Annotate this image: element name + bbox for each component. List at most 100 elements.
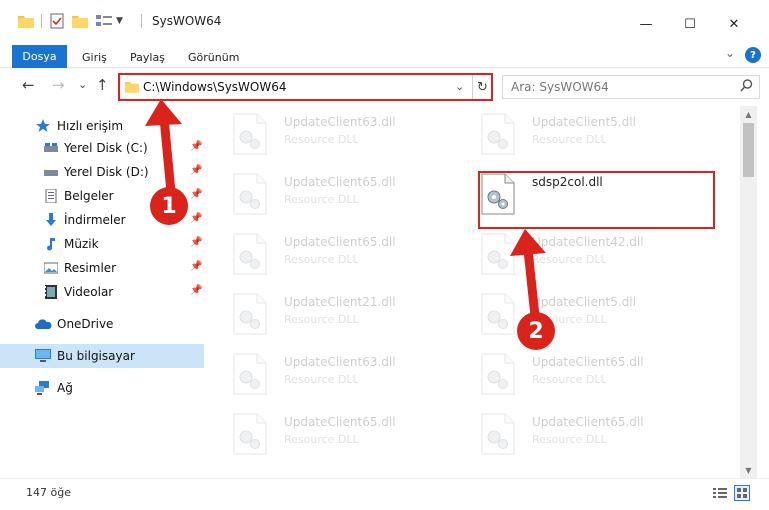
search-placeholder: Ara: SysWOW64 bbox=[511, 80, 609, 94]
close-button[interactable]: ✕ bbox=[716, 12, 752, 36]
star-icon bbox=[36, 119, 50, 132]
folder-icon bbox=[125, 82, 139, 93]
file-item[interactable]: UpdateClient42.dll Resource DLL bbox=[462, 226, 702, 284]
sidebar-item-network[interactable]: Ağ bbox=[0, 376, 204, 400]
file-item[interactable]: UpdateClient63.dll Resource DLL bbox=[214, 346, 454, 404]
dll-file-icon bbox=[481, 293, 515, 335]
dll-file-icon bbox=[233, 233, 267, 275]
pin-icon[interactable]: 📌 bbox=[190, 261, 202, 272]
dll-file-icon bbox=[233, 293, 267, 335]
file-type: Resource DLL bbox=[284, 133, 359, 146]
sidebar-item-videos[interactable]: Videolar 📌 bbox=[0, 280, 204, 304]
file-name: UpdateClient65.dll bbox=[284, 235, 396, 249]
search-input[interactable]: Ara: SysWOW64 bbox=[502, 75, 760, 99]
help-button[interactable]: ? bbox=[745, 47, 761, 63]
file-item[interactable]: UpdateClient5.dll Resource DLL bbox=[462, 286, 702, 344]
file-type: Resource DLL bbox=[284, 433, 359, 446]
file-name: UpdateClient5.dll bbox=[532, 115, 636, 129]
tab-view[interactable]: Görünüm bbox=[188, 51, 239, 64]
address-bar[interactable]: C:\Windows\SysWOW64 ⌄ ↻ bbox=[118, 73, 493, 101]
sidebar-item-label: İndirmeler bbox=[64, 213, 126, 227]
file-name: UpdateClient42.dll bbox=[532, 235, 644, 249]
minimize-button[interactable]: — bbox=[628, 12, 664, 36]
sidebar-item-quick-access[interactable]: Hızlı erişim bbox=[0, 114, 204, 138]
dll-file-icon bbox=[233, 113, 267, 155]
sidebar-item-label: Hızlı erişim bbox=[57, 119, 124, 133]
tab-file[interactable]: Dosya bbox=[12, 45, 67, 68]
file-item[interactable]: UpdateClient21.dll Resource DLL bbox=[214, 286, 454, 344]
tab-share[interactable]: Paylaş bbox=[130, 51, 165, 64]
folder-icon[interactable] bbox=[18, 14, 34, 28]
sidebar-item-local-disk-c[interactable]: Yerel Disk (C:) 📌 bbox=[0, 136, 204, 160]
drive-icon bbox=[44, 170, 58, 176]
sidebar-item-label: OneDrive bbox=[57, 317, 114, 331]
address-dropdown-icon[interactable]: ⌄ bbox=[455, 80, 464, 93]
title-bar: ▼ SysWOW64 — ☐ ✕ bbox=[0, 0, 769, 42]
pin-icon[interactable]: 📌 bbox=[190, 285, 202, 296]
expand-ribbon-icon[interactable]: ⌄ bbox=[725, 46, 735, 60]
file-list: UpdateClient63.dll Resource DLL UpdateClie… bbox=[208, 106, 740, 478]
scroll-up-icon[interactable]: ▲ bbox=[740, 106, 757, 122]
search-icon[interactable] bbox=[740, 79, 753, 92]
details-view-icon[interactable] bbox=[712, 485, 728, 501]
pictures-icon bbox=[44, 262, 58, 274]
file-item[interactable]: UpdateClient63.dll Resource DLL bbox=[214, 106, 454, 164]
pin-icon[interactable]: 📌 bbox=[190, 189, 202, 200]
document-icon bbox=[45, 189, 57, 203]
tab-home[interactable]: Giriş bbox=[82, 51, 107, 64]
large-icons-view-icon[interactable] bbox=[734, 485, 750, 501]
sidebar-item-onedrive[interactable]: OneDrive bbox=[0, 312, 204, 336]
file-name: UpdateClient5.dll bbox=[532, 295, 636, 309]
sidebar-item-label: Resimler bbox=[64, 261, 117, 275]
file-type: Resource DLL bbox=[284, 193, 359, 206]
sidebar-item-label: Ağ bbox=[57, 381, 73, 395]
address-path: C:\Windows\SysWOW64 bbox=[143, 80, 287, 94]
vertical-scrollbar[interactable]: ▲ ▼ bbox=[740, 106, 757, 478]
quick-access-toolbar: ▼ bbox=[18, 11, 123, 31]
file-name: UpdateClient65.dll bbox=[284, 175, 396, 189]
separator bbox=[34, 14, 42, 28]
file-name: UpdateClient65.dll bbox=[532, 355, 644, 369]
dll-file-icon bbox=[481, 233, 515, 275]
sidebar-item-local-disk-d[interactable]: Yerel Disk (D:) 📌 bbox=[0, 160, 204, 184]
file-type: Resource DLL bbox=[532, 433, 607, 446]
properties-icon[interactable] bbox=[50, 13, 64, 29]
file-item[interactable]: UpdateClient65.dll Resource DLL bbox=[462, 346, 702, 404]
sidebar-item-music[interactable]: Müzik 📌 bbox=[0, 232, 204, 256]
sidebar-item-label: Belgeler bbox=[64, 189, 114, 203]
computer-icon bbox=[35, 349, 51, 362]
pin-icon[interactable]: 📌 bbox=[190, 141, 202, 152]
view-options-icon[interactable] bbox=[96, 14, 112, 28]
sidebar-item-pictures[interactable]: Resimler 📌 bbox=[0, 256, 204, 280]
status-bar: 147 öğe bbox=[0, 478, 769, 510]
sidebar-item-label: Videolar bbox=[64, 285, 114, 299]
file-item[interactable]: UpdateClient65.dll Resource DLL bbox=[214, 226, 454, 284]
file-item[interactable]: UpdateClient65.dll Resource DLL bbox=[462, 406, 702, 464]
recent-locations-button[interactable]: ⌄ bbox=[78, 78, 87, 91]
new-folder-icon[interactable] bbox=[72, 14, 88, 28]
refresh-button[interactable]: ↻ bbox=[472, 75, 492, 99]
up-button[interactable]: ↑ bbox=[96, 76, 109, 94]
download-icon bbox=[46, 213, 56, 226]
file-type: Resource DLL bbox=[284, 313, 359, 326]
customize-toolbar-icon[interactable]: ▼ bbox=[116, 16, 123, 26]
file-item[interactable]: UpdateClient65.dll Resource DLL bbox=[214, 166, 454, 224]
scroll-thumb[interactable] bbox=[743, 123, 754, 177]
file-item[interactable]: UpdateClient5.dll Resource DLL bbox=[462, 106, 702, 164]
file-type: Resource DLL bbox=[532, 133, 607, 146]
annotation-step-1: 1 bbox=[150, 187, 188, 225]
back-button[interactable]: ← bbox=[22, 76, 35, 94]
separator bbox=[141, 14, 142, 28]
pin-icon[interactable]: 📌 bbox=[190, 237, 202, 248]
maximize-button[interactable]: ☐ bbox=[672, 12, 708, 36]
navigation-pane: Hızlı erişim Yerel Disk (C:) 📌 Yerel Dis… bbox=[0, 106, 208, 478]
sidebar-item-this-pc[interactable]: Bu bilgisayar bbox=[0, 344, 204, 368]
scroll-down-icon[interactable]: ▼ bbox=[740, 462, 757, 478]
pin-icon[interactable]: 📌 bbox=[190, 165, 202, 176]
file-type: Resource DLL bbox=[284, 253, 359, 266]
sidebar-item-label: Bu bilgisayar bbox=[57, 349, 135, 363]
pin-icon[interactable]: 📌 bbox=[190, 213, 202, 224]
ribbon: Dosya Giriş Paylaş Görünüm ⌄ ? bbox=[0, 42, 769, 68]
forward-button[interactable]: → bbox=[52, 76, 65, 94]
file-item[interactable]: UpdateClient65.dll Resource DLL bbox=[214, 406, 454, 464]
